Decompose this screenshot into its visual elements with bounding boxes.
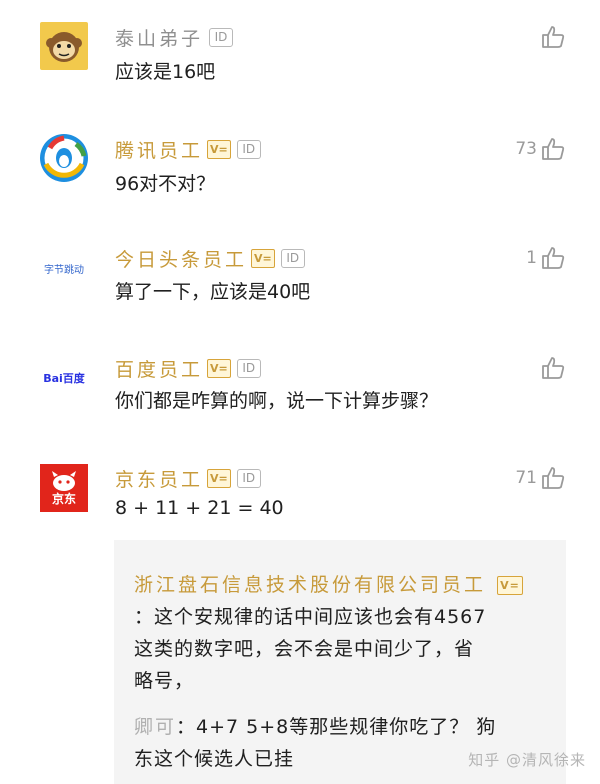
avatar[interactable]: 京东 [40,464,88,512]
comment-header: 泰山弟子 ID [115,24,234,51]
reply-text-line: 略号， [134,670,195,692]
avatar[interactable] [40,22,88,70]
reply-text-line: 这类的数字吧，会不会是中间少了，省 [134,638,475,660]
watermark: 知乎 @清风徐来 [468,751,586,769]
comment-header: 腾讯员工 V= ID [115,136,261,163]
thumbs-up-icon [542,138,565,160]
thumbs-up-icon [542,247,565,269]
id-badge: ID [236,140,261,159]
like-button[interactable]: 1 [526,245,566,271]
username[interactable]: 百度员工 [115,355,203,382]
sub-reply: 卿可：4+7 5+8等那些规律你吃了？ 狗 [134,712,496,739]
id-badge: ID [236,359,261,378]
comment-text: 你们都是咋算的啊，说一下计算步骤？ [115,390,439,412]
avatar[interactable]: Bai百度 [40,354,88,402]
comment-text: 应该是16吧 [115,61,216,83]
baidu-logo: Bai百度 [43,372,85,385]
id-badge: ID [236,469,261,488]
id-badge: ID [280,249,305,268]
monkey-face-icon [46,32,82,62]
thumbs-up-icon [542,467,565,489]
username[interactable]: 腾讯员工 [115,136,203,163]
reply-header: 浙江盘石信息技术股份有限公司员工 V= [134,570,523,597]
tencent-logo [40,134,88,182]
sub-reply-username[interactable]: 卿可 [134,716,176,738]
verified-badge: V= [207,469,231,488]
like-button[interactable]: 71 [515,465,566,491]
verified-badge: V= [497,576,523,595]
like-count: 1 [526,248,537,268]
like-button[interactable] [537,355,566,381]
comment-header: 今日头条员工 V= ID [115,245,305,272]
id-badge: ID [209,28,234,47]
thumbs-up-icon [542,357,565,379]
bytedance-logo: 字节跳动 [44,264,84,276]
reply-text-line: ：这个安规律的话中间应该也会有4567 [134,606,487,628]
avatar[interactable] [40,134,88,182]
comment-text: 96对不对？ [115,173,216,195]
jd-dog-icon [52,471,76,491]
like-count: 73 [515,139,537,159]
reply-thread[interactable]: 浙江盘石信息技术股份有限公司员工 V= ：这个安规律的话中间应该也会有4567 … [114,540,566,784]
sub-reply-text: ：4+7 5+8等那些规律你吃了？ 狗 [176,716,497,738]
jd-logo: 京东 [51,492,76,506]
verified-badge: V= [207,359,231,378]
comment-header: 百度员工 V= ID [115,355,261,382]
verified-badge: V= [207,140,231,159]
avatar[interactable]: 字节跳动 [40,244,88,292]
thumbs-up-icon [542,26,565,48]
like-button[interactable] [537,24,566,50]
username[interactable]: 泰山弟子 [115,24,203,51]
like-button[interactable]: 73 [515,136,566,162]
username[interactable]: 今日头条员工 [115,245,247,272]
sub-reply-text-line: 东这个候选人已挂 [134,748,295,770]
verified-badge: V= [251,249,275,268]
comment-text: 算了一下，应该是40吧 [115,281,311,303]
comment-text: 8 + 11 + 21 = 40 [115,497,284,519]
username[interactable]: 京东员工 [115,465,203,492]
reply-org-name[interactable]: 浙江盘石信息技术股份有限公司员工 [134,574,486,596]
like-count: 71 [515,468,537,488]
comment-header: 京东员工 V= ID [115,465,261,492]
